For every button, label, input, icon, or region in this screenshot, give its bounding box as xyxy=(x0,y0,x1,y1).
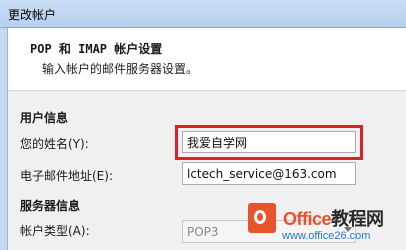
watermark-url: www.office26.com xyxy=(282,230,371,242)
header-panel: POP 和 IMAP 帐户设置 输入帐户的邮件服务器设置。 xyxy=(8,28,406,91)
account-type-value: POP3 xyxy=(187,224,219,239)
email-input[interactable]: lctech_service@163.com xyxy=(182,162,356,185)
watermark: Office教程网 www.office26.com xyxy=(248,203,406,250)
watermark-brand: Office教程网 xyxy=(283,205,384,231)
watermark-brand-en: Office xyxy=(283,209,332,229)
office-logo-icon xyxy=(248,203,276,233)
user-info-section-title: 用户信息 xyxy=(20,111,69,125)
watermark-brand-cn: 教程网 xyxy=(331,209,384,229)
header-description: 输入帐户的邮件服务器设置。 xyxy=(42,62,199,76)
window-left-border xyxy=(0,28,8,250)
email-label: 电子邮件地址(E): xyxy=(20,169,113,183)
highlight-box xyxy=(175,125,363,160)
window-titlebar[interactable]: 更改帐户 xyxy=(0,0,406,28)
server-info-section-title: 服务器信息 xyxy=(20,199,81,213)
account-type-label: 帐户类型(A): xyxy=(20,224,90,238)
name-label: 您的姓名(Y): xyxy=(20,137,89,151)
header-title: POP 和 IMAP 帐户设置 xyxy=(30,42,163,56)
window-title: 更改帐户 xyxy=(8,8,57,22)
